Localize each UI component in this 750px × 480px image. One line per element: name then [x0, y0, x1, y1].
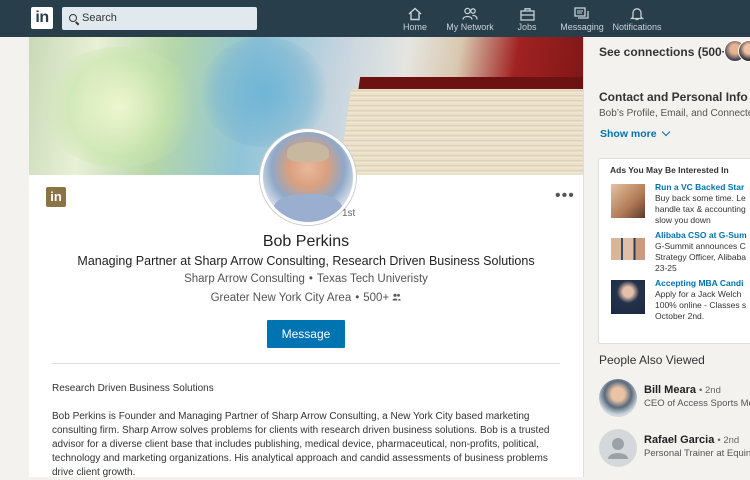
ad-title: Run a VC Backed Star	[655, 182, 745, 192]
bell-icon	[630, 8, 644, 21]
show-more-button[interactable]: Show more	[600, 127, 670, 140]
connection-degree: 1st	[342, 208, 356, 219]
ad-thumbnail	[611, 238, 645, 260]
person-degree: 2nd	[705, 385, 721, 396]
profile-card: 1st in ••• Bob Perkins Managing Partner …	[29, 37, 584, 478]
person-title: Personal Trainer at Equin	[644, 448, 750, 459]
people-also-viewed-title: People Also Viewed	[599, 353, 705, 367]
connections-people-icon	[392, 293, 402, 301]
nav-notifications[interactable]: Notifications	[611, 0, 663, 37]
profile-org-line: Sharp Arrow Consulting • Texas Tech Univer…	[184, 273, 428, 285]
profile-headline: Managing Partner at Sharp Arrow Consulti…	[77, 254, 535, 268]
top-nav-bar: in Search Home My Network Jobs Messaging	[0, 0, 750, 37]
linkedin-badge-icon: in	[46, 187, 66, 207]
summary-title: Research Driven Business Solutions	[52, 383, 214, 394]
right-rail: See connections (500+) Contact and Perso…	[584, 37, 750, 467]
person-name-line: Rafael Garcia • 2nd	[644, 434, 740, 446]
profile-name: Bob Perkins	[262, 233, 350, 250]
search-icon	[69, 14, 77, 22]
messaging-icon	[574, 7, 589, 19]
briefcase-icon	[519, 8, 535, 21]
person-avatar	[599, 379, 637, 417]
profile-location: Greater New York City Area	[210, 292, 352, 304]
nav-label-my-network: My Network	[446, 22, 494, 32]
see-connections-link[interactable]: See connections (500+)	[599, 45, 733, 59]
ad-text: Apply for a Jack Welch 100% online - Cla…	[655, 289, 747, 321]
ad-thumbnail	[611, 280, 645, 314]
ads-title: Ads You May Be Interested In	[610, 165, 729, 175]
ad-text: Buy back some time. Le handle tax & acco…	[655, 193, 746, 225]
ad-thumbnail	[611, 184, 645, 218]
nav-home[interactable]: Home	[398, 0, 432, 37]
ads-panel: Ads You May Be Interested In Run a VC Ba…	[598, 158, 750, 344]
linkedin-logo-icon[interactable]: in	[31, 7, 53, 29]
connection-avatars	[724, 40, 750, 62]
person-degree: 2nd	[723, 435, 740, 446]
nav-jobs[interactable]: Jobs	[512, 0, 542, 37]
connections-count[interactable]: 500+	[363, 292, 389, 304]
home-icon	[408, 7, 422, 21]
person-name-line: Bill Meara • 2nd	[644, 384, 721, 396]
person-avatar-placeholder-icon	[599, 429, 637, 467]
person-name: Rafael Garcia	[644, 434, 715, 446]
nav-label-home: Home	[402, 22, 427, 32]
nav-label-messaging: Messaging	[560, 22, 604, 32]
search-placeholder: Search	[82, 12, 117, 24]
person-name: Bill Meara	[644, 384, 696, 396]
person-title: CEO of Access Sports Med	[644, 398, 750, 409]
section-divider	[52, 363, 560, 364]
profile-location-line: Greater New York City Area • 500+	[29, 292, 583, 304]
more-options-button[interactable]: •••	[555, 187, 575, 205]
nav-messaging[interactable]: Messaging	[560, 0, 604, 37]
nav-label-notifications: Notifications	[612, 22, 662, 32]
ad-text: G-Summit announces C Strategy Officer, A…	[655, 241, 747, 273]
school-link[interactable]: Texas Tech Univeristy	[317, 273, 428, 285]
nav-my-network[interactable]: My Network	[446, 0, 494, 37]
contact-info-subtitle: Bob’s Profile, Email, and Connecte	[599, 108, 750, 119]
ad-title: Alibaba CSO at G-Sum	[655, 230, 747, 240]
chevron-down-icon	[661, 127, 670, 137]
network-icon	[462, 7, 478, 20]
ad-title: Accepting MBA Candi	[655, 278, 744, 288]
people-also-viewed-item[interactable]: Rafael Garcia • 2nd Personal Trainer at …	[599, 429, 750, 469]
people-also-viewed-item[interactable]: Bill Meara • 2nd CEO of Access Sports Me…	[599, 379, 750, 419]
message-button[interactable]: Message	[267, 320, 345, 348]
search-input[interactable]: Search	[62, 7, 257, 30]
summary-text: Bob Perkins is Founder and Managing Part…	[52, 411, 550, 478]
show-more-label: Show more	[600, 128, 657, 140]
contact-info-title: Contact and Personal Info	[599, 90, 748, 104]
nav-label-jobs: Jobs	[517, 22, 537, 32]
current-company-link[interactable]: Sharp Arrow Consulting	[184, 273, 305, 285]
